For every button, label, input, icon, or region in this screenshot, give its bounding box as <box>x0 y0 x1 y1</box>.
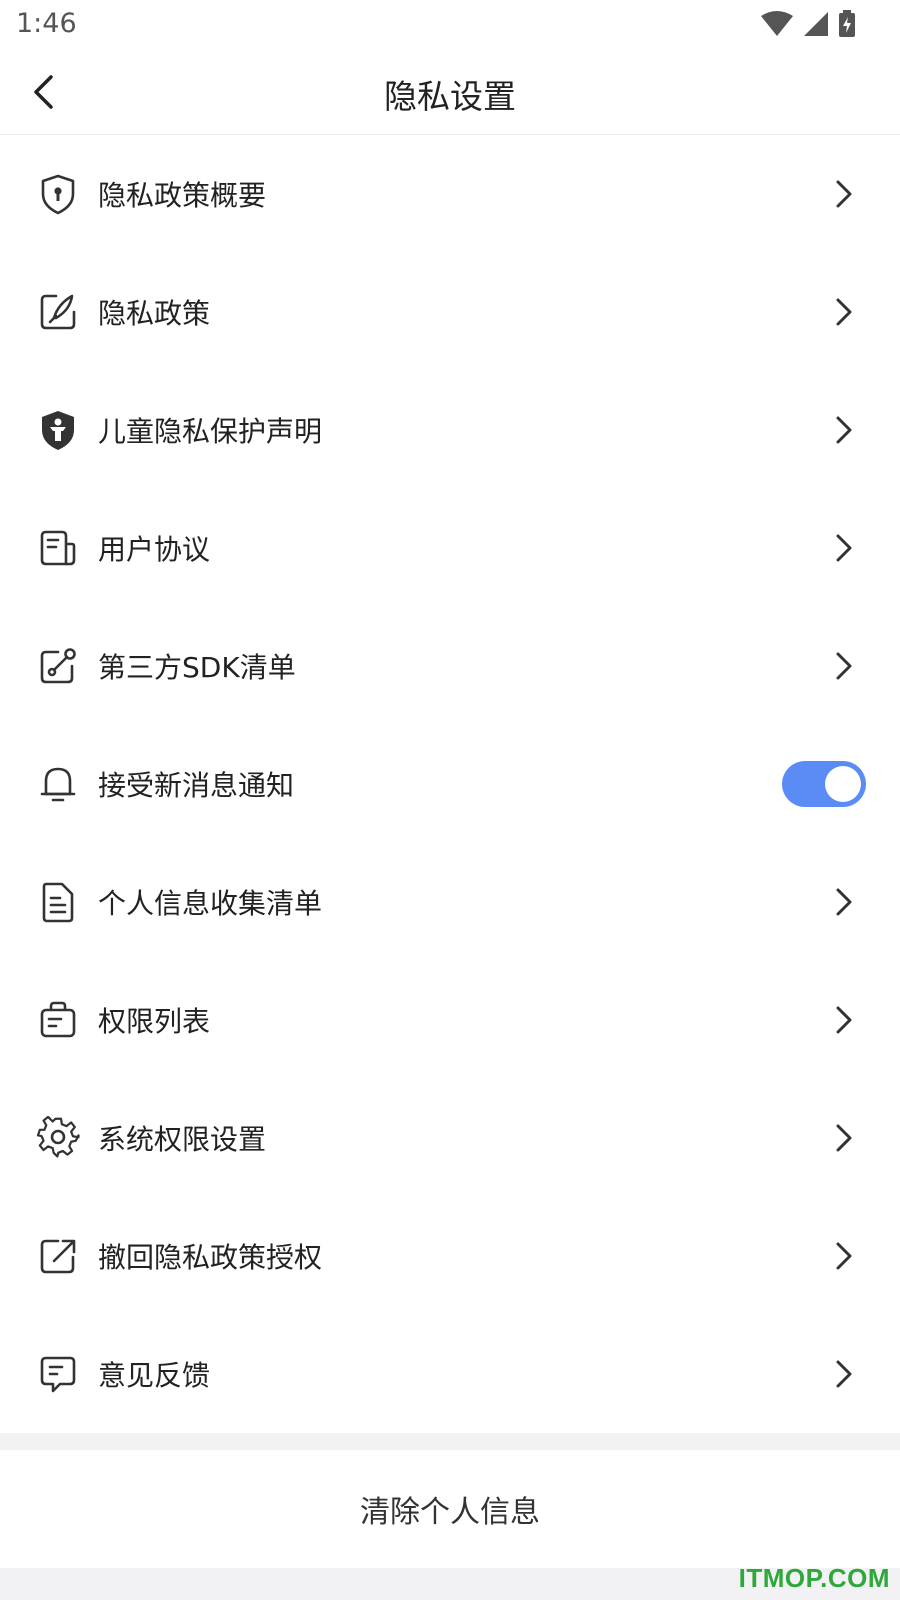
wifi-icon <box>760 10 794 38</box>
menu-item-label: 个人信息收集清单 <box>98 887 323 920</box>
gear-icon <box>36 1116 80 1160</box>
status-bar: 1:46 <box>0 0 900 50</box>
link-document-icon <box>36 644 80 688</box>
document-icon <box>36 526 80 570</box>
clear-personal-info-button[interactable]: 清除个人信息 <box>0 1450 900 1568</box>
menu-item-privacy-policy[interactable]: 隐私政策 <box>0 253 900 371</box>
signal-icon <box>802 10 830 38</box>
menu-item-feedback[interactable]: 意见反馈 <box>0 1315 900 1433</box>
message-icon <box>36 1352 80 1396</box>
menu-item-new-message-notify: 接受新消息通知 <box>0 725 900 843</box>
menu-item-label: 权限列表 <box>98 1005 211 1038</box>
menu-item-user-agreement[interactable]: 用户协议 <box>0 489 900 607</box>
share-out-icon <box>36 1234 80 1278</box>
chevron-right-icon <box>830 1236 858 1276</box>
chevron-right-icon <box>830 1354 858 1394</box>
toggle-knob <box>825 766 861 802</box>
status-time: 1:46 <box>16 8 77 39</box>
chevron-right-icon <box>830 292 858 332</box>
menu-item-child-privacy[interactable]: 儿童隐私保护声明 <box>0 371 900 489</box>
menu-item-label: 儿童隐私保护声明 <box>98 415 323 448</box>
edit-note-icon <box>36 290 80 334</box>
watermark: ITMOP.COM <box>738 1563 890 1593</box>
app-header: 隐私设置 <box>0 50 900 135</box>
clear-personal-info-label: 清除个人信息 <box>360 1495 540 1530</box>
menu-item-label: 第三方SDK清单 <box>98 651 296 684</box>
notification-toggle[interactable] <box>782 761 866 807</box>
bag-list-icon <box>36 998 80 1042</box>
menu-item-label: 用户协议 <box>98 533 211 566</box>
menu-item-label: 隐私政策概要 <box>98 179 267 212</box>
menu-item-label: 撤回隐私政策授权 <box>98 1241 323 1274</box>
menu-item-label: 接受新消息通知 <box>98 769 295 802</box>
settings-menu: 隐私政策概要 隐私政策 儿童隐私保护声明 用户协议 第三方SDK清单 接受新消息… <box>0 135 900 1433</box>
page-title: 隐私设置 <box>384 77 516 116</box>
file-list-icon <box>36 880 80 924</box>
chevron-right-icon <box>830 174 858 214</box>
chevron-right-icon <box>830 1000 858 1040</box>
menu-item-revoke-authorization[interactable]: 撤回隐私政策授权 <box>0 1197 900 1315</box>
chevron-right-icon <box>830 410 858 450</box>
bell-icon <box>36 762 80 806</box>
battery-charging-icon <box>838 10 856 38</box>
menu-item-label: 隐私政策 <box>98 297 211 330</box>
chevron-right-icon <box>830 882 858 922</box>
menu-item-label: 意见反馈 <box>98 1359 211 1392</box>
menu-item-personal-info-collection[interactable]: 个人信息收集清单 <box>0 843 900 961</box>
chevron-right-icon <box>830 646 858 686</box>
menu-item-permission-list[interactable]: 权限列表 <box>0 961 900 1079</box>
menu-item-privacy-summary[interactable]: 隐私政策概要 <box>0 135 900 253</box>
chevron-right-icon <box>830 1118 858 1158</box>
menu-item-system-permission-settings[interactable]: 系统权限设置 <box>0 1079 900 1197</box>
status-icons <box>760 8 856 40</box>
chevron-right-icon <box>830 528 858 568</box>
child-shield-icon <box>36 408 80 452</box>
menu-item-third-party-sdk[interactable]: 第三方SDK清单 <box>0 607 900 725</box>
shield-lock-icon <box>36 172 80 216</box>
menu-item-label: 系统权限设置 <box>98 1123 267 1156</box>
